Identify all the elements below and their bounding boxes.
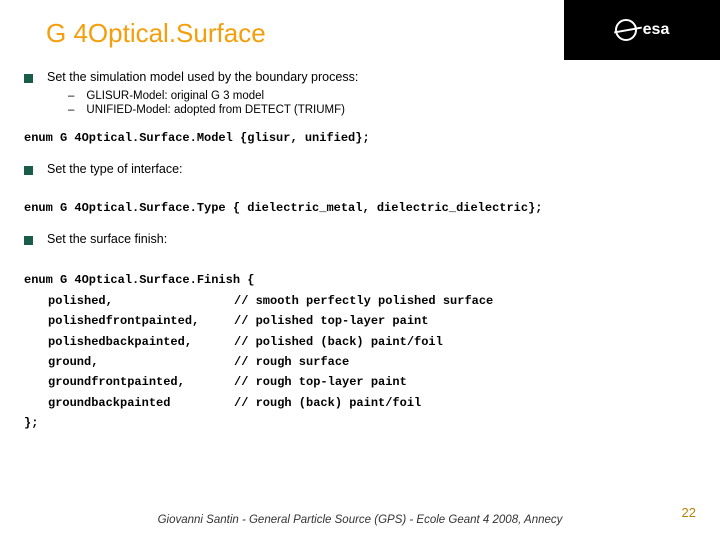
esa-logo: esa — [615, 19, 670, 41]
sub-list-1: – GLISUR-Model: original G 3 model – UNI… — [68, 90, 710, 116]
code-finish-row: groundbackpainted// rough (back) paint/f… — [24, 393, 710, 413]
square-bullet-icon — [24, 236, 33, 245]
code-finish-row: ground,// rough surface — [24, 352, 710, 372]
slide-content: Set the simulation model used by the bou… — [24, 70, 710, 434]
bullet-1-text: Set the simulation model used by the bou… — [47, 70, 358, 84]
code-key: groundbackpainted — [24, 393, 234, 413]
sub-item-text: UNIFIED-Model: adopted from DETECT (TRIU… — [86, 104, 345, 116]
square-bullet-icon — [24, 74, 33, 83]
code-finish-row: polished,// smooth perfectly polished su… — [24, 291, 710, 311]
sub-item: – GLISUR-Model: original G 3 model — [68, 90, 710, 102]
bullet-1: Set the simulation model used by the bou… — [24, 70, 710, 84]
footer-text: Giovanni Santin - General Particle Sourc… — [0, 514, 720, 526]
code-enum-type: enum G 4Optical.Surface.Type { dielectri… — [24, 200, 710, 216]
square-bullet-icon — [24, 166, 33, 175]
code-tail: }; — [24, 413, 710, 433]
dash-icon: – — [68, 90, 74, 102]
dash-icon: – — [68, 104, 74, 116]
code-finish-row: polishedbackpainted,// polished (back) p… — [24, 332, 710, 352]
sub-item: – UNIFIED-Model: adopted from DETECT (TR… — [68, 104, 710, 116]
code-key: ground, — [24, 352, 234, 372]
code-comment: // polished top-layer paint — [234, 311, 428, 331]
code-comment: // smooth perfectly polished surface — [234, 291, 493, 311]
code-key: polishedfrontpainted, — [24, 311, 234, 331]
sub-item-text: GLISUR-Model: original G 3 model — [86, 90, 264, 102]
esa-globe-icon — [615, 19, 637, 41]
code-head: enum G 4Optical.Surface.Finish { — [24, 270, 710, 290]
code-key: polished, — [24, 291, 234, 311]
bullet-3: Set the surface finish: — [24, 232, 710, 246]
code-comment: // rough surface — [234, 352, 349, 372]
code-enum-finish: enum G 4Optical.Surface.Finish { polishe… — [24, 270, 710, 433]
bullet-3-text: Set the surface finish: — [47, 232, 167, 246]
code-key: polishedbackpainted, — [24, 332, 234, 352]
bullet-2: Set the type of interface: — [24, 162, 710, 176]
code-comment: // polished (back) paint/foil — [234, 332, 443, 352]
code-finish-row: groundfrontpainted,// rough top-layer pa… — [24, 372, 710, 392]
page-number: 22 — [682, 505, 696, 520]
code-finish-row: polishedfrontpainted,// polished top-lay… — [24, 311, 710, 331]
code-key: groundfrontpainted, — [24, 372, 234, 392]
header-bar: esa — [564, 0, 720, 60]
slide-title: G 4Optical.Surface — [46, 18, 266, 49]
esa-logo-text: esa — [643, 21, 670, 39]
code-comment: // rough (back) paint/foil — [234, 393, 421, 413]
bullet-2-text: Set the type of interface: — [47, 162, 183, 176]
code-enum-model: enum G 4Optical.Surface.Model {glisur, u… — [24, 130, 710, 146]
code-comment: // rough top-layer paint — [234, 372, 407, 392]
